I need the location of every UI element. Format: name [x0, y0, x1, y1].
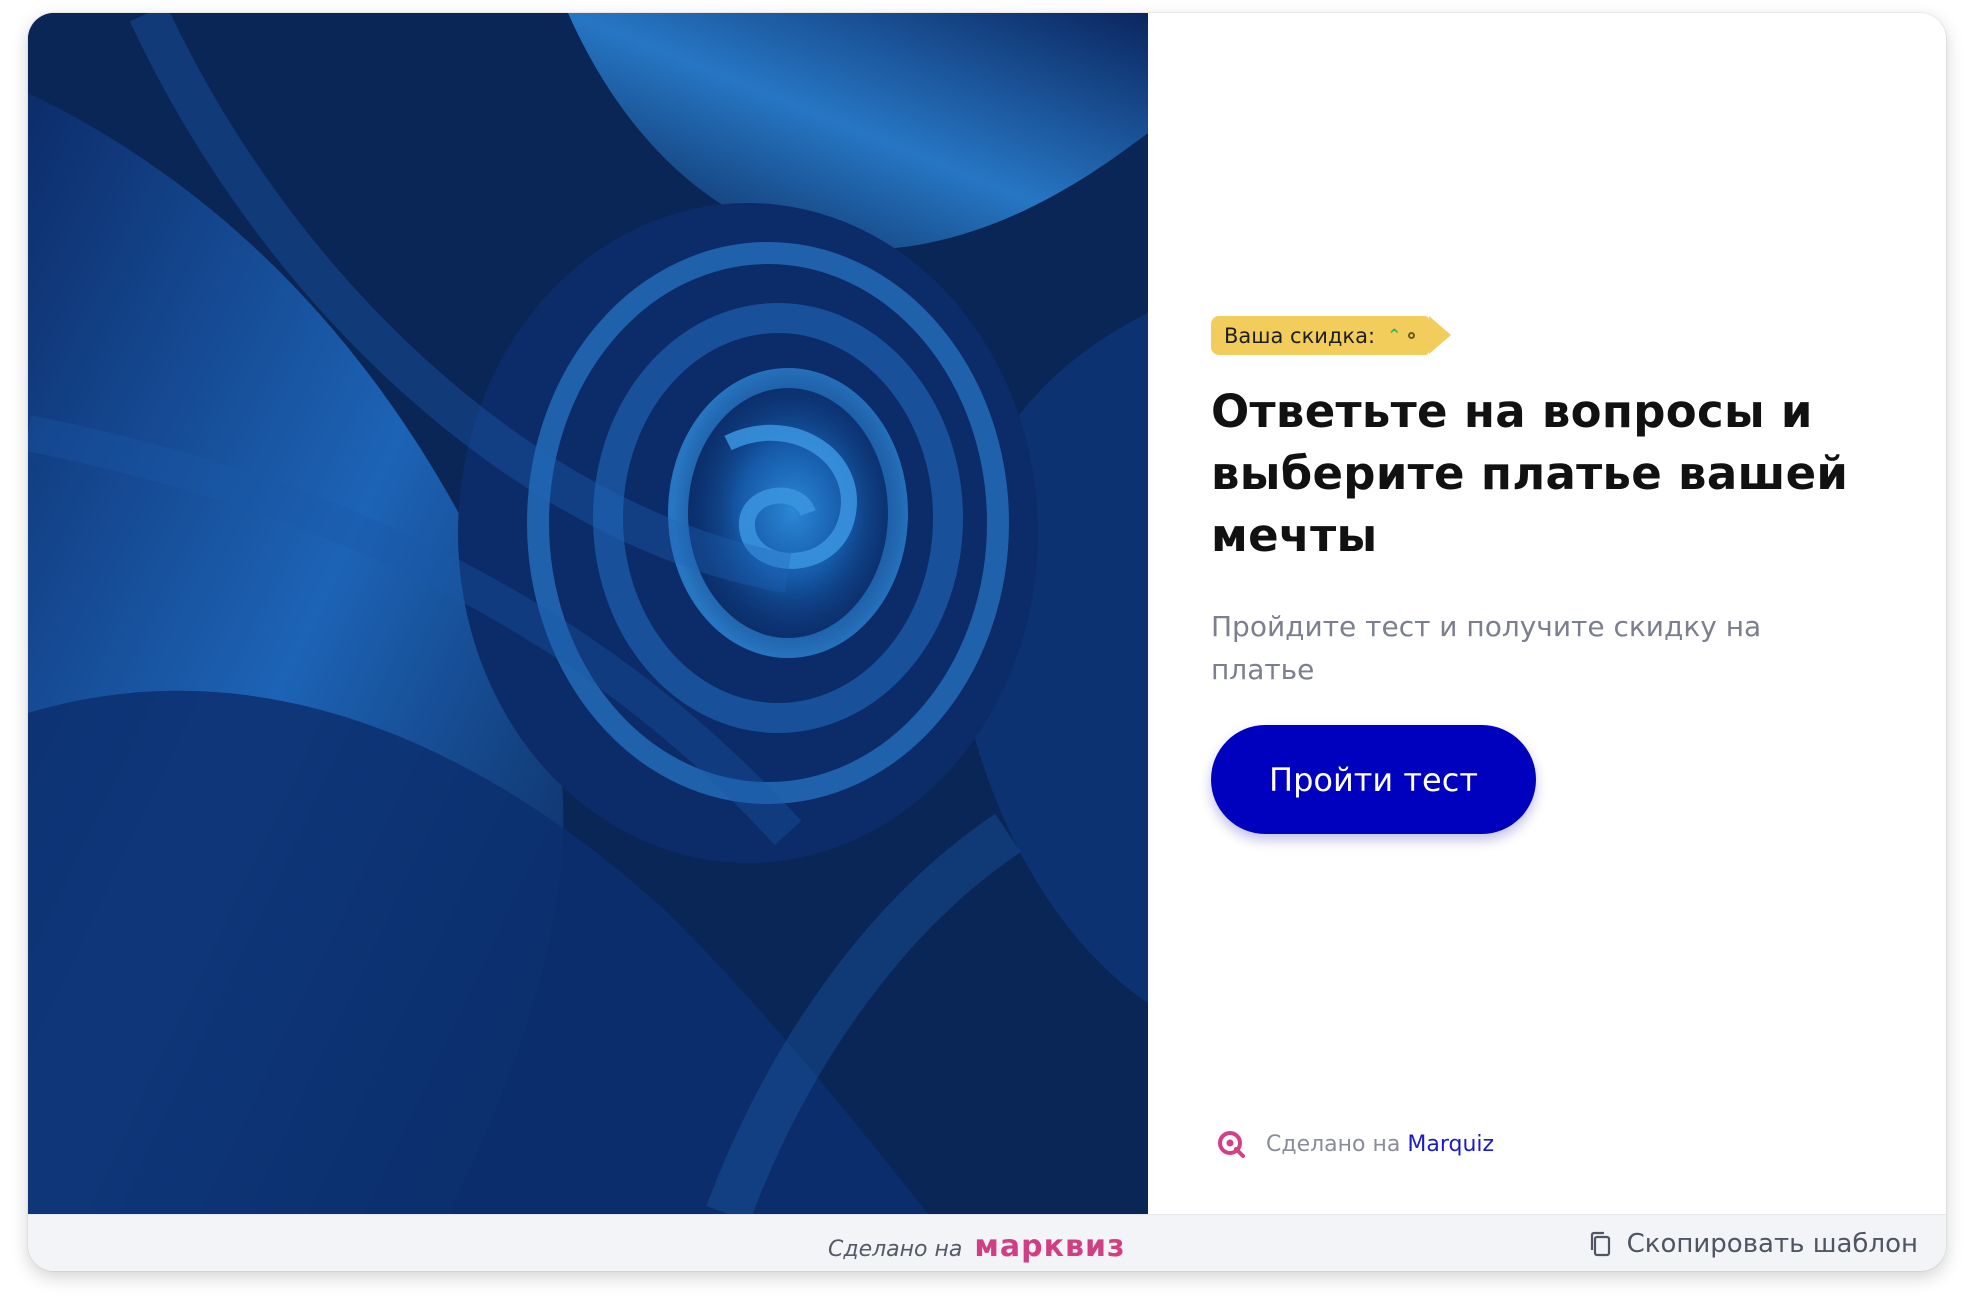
discount-badge: Ваша скидка: ⌃ [1211, 316, 1452, 355]
quiz-start-card: Ваша скидка: ⌃ Ответьте на вопросы и выб… [28, 13, 1946, 1271]
marquiz-logo-icon [1218, 1131, 1245, 1158]
fabric-swirl-illustration [28, 13, 1148, 1214]
double-chevron-up-icon: ⌃ [1387, 325, 1402, 346]
footer-brand-logo: марквиз [974, 1229, 1126, 1264]
badge-tag-point [1429, 316, 1452, 354]
footer-made-with[interactable]: Сделано на марквиз [828, 1229, 1125, 1264]
discount-badge-label: Ваша скидка: [1224, 323, 1376, 348]
made-with-prefix: Сделано на [1266, 1131, 1401, 1157]
footer-bar: Сделано на марквиз Скопировать шаблон [28, 1214, 1946, 1271]
copy-template-label: Скопировать шаблон [1626, 1229, 1918, 1259]
intro-content: Ваша скидка: ⌃ Ответьте на вопросы и выб… [1211, 316, 1851, 834]
footer-made-prefix: Сделано на [828, 1237, 963, 1262]
made-with-marquiz-link[interactable]: Сделано на Marquiz [1216, 1129, 1494, 1159]
page-subtitle: Пройдите тест и получите скидку на плать… [1211, 610, 1762, 686]
made-with-brand: Marquiz [1407, 1131, 1495, 1157]
page-title: Ответьте на вопросы и выберите платье ва… [1211, 385, 1849, 562]
tag-hole-icon [1408, 332, 1416, 339]
hero-image [28, 13, 1148, 1214]
start-test-button[interactable]: Пройти тест [1211, 725, 1536, 834]
copy-icon [1590, 1231, 1610, 1257]
copy-template-button[interactable]: Скопировать шаблон [1588, 1229, 1918, 1259]
